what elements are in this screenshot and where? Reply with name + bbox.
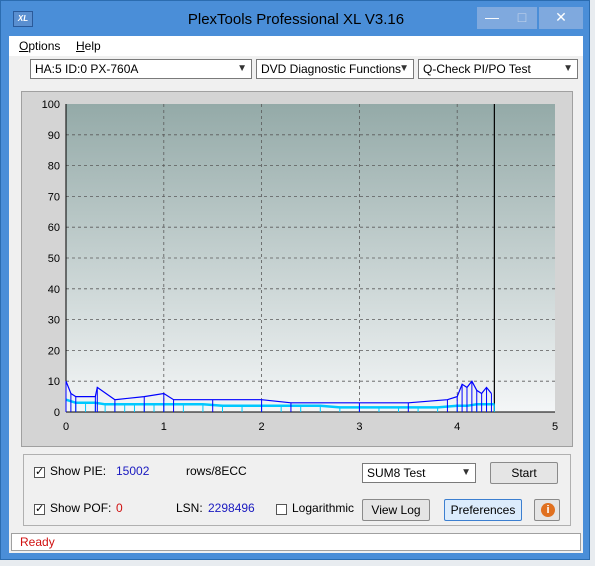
close-icon[interactable]: ✕ bbox=[539, 7, 583, 29]
x-tick-label: 2 bbox=[259, 421, 265, 433]
controls-panel: Show PIE: 15002 rows/8ECC SUM8 Test ▼ St… bbox=[23, 454, 571, 526]
show-poe-checkbox[interactable] bbox=[34, 502, 45, 515]
maximize-icon[interactable]: □ bbox=[507, 7, 537, 29]
chevron-down-icon: ▼ bbox=[563, 63, 573, 74]
info-icon: i bbox=[541, 503, 555, 517]
menu-options[interactable]: Options bbox=[19, 39, 60, 53]
test-select-value: Q-Check PI/PO Test bbox=[423, 62, 531, 76]
x-tick-label: 5 bbox=[552, 421, 558, 433]
menu-help-rest: elp bbox=[84, 39, 101, 53]
minimize-icon[interactable]: — bbox=[477, 7, 507, 29]
show-poe-label: Show POF: bbox=[50, 501, 112, 515]
app-window: XL PlexTools Professional XL V3.16 — □ ✕… bbox=[0, 0, 590, 560]
info-button[interactable]: i bbox=[534, 499, 560, 521]
title-bar: XL PlexTools Professional XL V3.16 — □ ✕ bbox=[1, 1, 591, 37]
lsn-label: LSN: bbox=[176, 501, 203, 515]
chevron-down-icon: ▼ bbox=[461, 467, 471, 478]
menu-options-rest: ptions bbox=[28, 39, 61, 53]
test-select[interactable]: Q-Check PI/PO Test ▼ bbox=[418, 59, 578, 79]
pi-po-chart: 0 10 20 30 40 50 60 70 80 90 100 0 1 2 3 4 5 bbox=[21, 91, 573, 447]
sum-select[interactable]: SUM8 Test ▼ bbox=[362, 463, 476, 483]
chevron-down-icon: ▼ bbox=[237, 63, 247, 74]
chevron-down-icon: ▼ bbox=[399, 63, 409, 74]
menu-bar: Options Help bbox=[9, 36, 583, 56]
pie-value: 15002 bbox=[116, 464, 150, 478]
x-tick-label: 3 bbox=[356, 421, 362, 433]
y-tick-label: 100 bbox=[42, 99, 60, 111]
y-tick-label: 60 bbox=[48, 222, 60, 234]
drive-select-value: HA:5 ID:0 PX-760A bbox=[35, 62, 139, 76]
menu-help[interactable]: Help bbox=[76, 39, 101, 53]
menu-options-accel: O bbox=[19, 39, 29, 53]
logarithmic-label: Logarithmic bbox=[292, 501, 355, 515]
status-bar: Ready bbox=[11, 533, 581, 551]
y-tick-label: 10 bbox=[48, 376, 60, 388]
x-tick-label: 0 bbox=[63, 421, 69, 433]
start-button[interactable]: Start bbox=[490, 462, 558, 484]
logarithmic-checkbox[interactable] bbox=[276, 504, 287, 515]
show-pie-checkbox[interactable] bbox=[34, 465, 45, 478]
y-tick-label: 20 bbox=[48, 345, 60, 357]
y-tick-label: 90 bbox=[48, 130, 60, 142]
preferences-button[interactable]: Preferences bbox=[444, 499, 522, 521]
y-tick-label: 30 bbox=[48, 315, 60, 327]
function-select-value: DVD Diagnostic Functions bbox=[261, 62, 402, 76]
function-select[interactable]: DVD Diagnostic Functions ▼ bbox=[256, 59, 414, 79]
view-log-button[interactable]: View Log bbox=[362, 499, 430, 521]
y-tick-label: 80 bbox=[48, 161, 60, 173]
y-tick-label: 50 bbox=[48, 253, 60, 265]
x-tick-label: 1 bbox=[161, 421, 167, 433]
post-scan-area bbox=[494, 104, 555, 412]
y-tick-label: 70 bbox=[48, 191, 60, 203]
menu-help-accel: H bbox=[76, 39, 85, 53]
y-tick-label: 0 bbox=[54, 407, 60, 419]
pie-unit: rows/8ECC bbox=[186, 464, 247, 478]
show-pie-label: Show PIE: bbox=[50, 464, 107, 478]
lsn-value: 2298496 bbox=[208, 501, 255, 515]
x-tick-label: 4 bbox=[454, 421, 460, 433]
chart-svg: 0 10 20 30 40 50 60 70 80 90 100 0 1 2 3 4 5 bbox=[42, 99, 558, 433]
client-area: Options Help HA:5 ID:0 PX-760A ▼ DVD Dia… bbox=[9, 36, 583, 553]
drive-select[interactable]: HA:5 ID:0 PX-760A ▼ bbox=[30, 59, 252, 79]
sum-select-value: SUM8 Test bbox=[367, 466, 426, 480]
status-text: Ready bbox=[20, 535, 55, 549]
y-tick-label: 40 bbox=[48, 284, 60, 296]
poe-value: 0 bbox=[116, 501, 123, 515]
